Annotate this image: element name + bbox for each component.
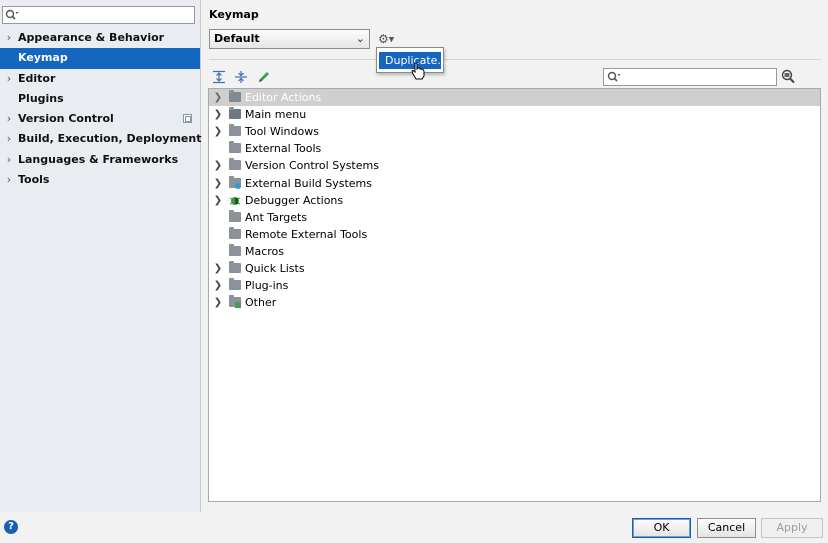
sidebar-item-build-execution-deployment[interactable]: › Build, Execution, Deployment (0, 129, 202, 149)
tree-row-label: Main menu (245, 108, 307, 121)
menu-item-duplicate[interactable]: Duplicate... (379, 52, 448, 69)
tree-row-label: Tool Windows (245, 125, 319, 138)
tree-row-tool-windows[interactable]: ❯ Tool Windows (209, 123, 820, 140)
keymap-action-tree: ❯ Editor Actions ❯ Main menu ❯ Tool Wind… (208, 88, 821, 502)
sidebar-item-tools[interactable]: › Tools (0, 170, 200, 190)
tree-row-label: External Build Systems (245, 176, 372, 190)
chevron-right-icon[interactable]: › (4, 129, 14, 149)
project-level-icon (183, 114, 192, 124)
sidebar-item-label: Editor (18, 71, 56, 85)
keymap-filter-input[interactable] (603, 68, 777, 86)
tree-row-quick-lists[interactable]: ❯ Quick Lists (209, 260, 820, 277)
folder-icon (229, 243, 241, 257)
chevron-right-icon[interactable]: ❯ (213, 123, 223, 140)
tree-row-label: Other (245, 295, 277, 309)
tree-row-main-menu[interactable]: ❯ Main menu (209, 106, 820, 123)
sidebar-item-label: Tools (18, 173, 50, 187)
apply-button[interactable]: Apply (761, 518, 823, 538)
settings-sidebar: › Appearance & Behavior Keymap › Editor … (0, 0, 201, 512)
tree-row-label: Remote External Tools (245, 227, 368, 241)
folder-icon (229, 158, 241, 171)
sidebar-item-label: Appearance & Behavior (18, 31, 165, 44)
search-icon (5, 9, 19, 24)
chevron-right-icon[interactable]: › (4, 28, 14, 48)
help-icon[interactable]: ? (4, 520, 18, 534)
settings-category-list: › Appearance & Behavior Keymap › Editor … (0, 28, 202, 190)
tree-row-plug-ins[interactable]: ❯ Plug-ins (209, 277, 820, 294)
tree-row-external-build-systems[interactable]: ❯ External Build Systems (209, 175, 820, 192)
bug-icon (229, 195, 241, 206)
divider (209, 59, 821, 60)
menu-icon (229, 107, 241, 120)
sidebar-item-label: Languages & Frameworks (18, 152, 179, 166)
folder-icon (229, 209, 241, 223)
hand-cursor-icon (411, 62, 425, 83)
ok-button[interactable]: OK (632, 518, 691, 538)
editor-icon (229, 90, 241, 103)
build-folder-icon (229, 175, 241, 189)
tree-row-ant-targets[interactable]: Ant Targets (209, 209, 820, 226)
tree-row-debugger-actions[interactable]: ❯ Debugger Actions (209, 192, 820, 209)
gear-icon[interactable]: ⚙▼ (378, 31, 398, 47)
chevron-right-icon[interactable]: ❯ (213, 106, 223, 123)
tree-row-label: Macros (245, 244, 285, 258)
chevron-right-icon[interactable]: ❯ (213, 260, 223, 277)
sidebar-item-label: Version Control (18, 112, 114, 126)
chevron-right-icon[interactable]: › (4, 150, 14, 170)
folder-icon (229, 277, 241, 291)
page-title: Keymap (209, 8, 259, 21)
keymap-scheme-value: Default (214, 32, 260, 45)
chevron-right-icon[interactable]: › (4, 109, 14, 129)
sidebar-item-plugins[interactable]: Plugins (0, 89, 200, 109)
tree-row-editor-actions[interactable]: ❯ Editor Actions (209, 89, 820, 107)
tree-row-macros[interactable]: Macros (209, 243, 820, 260)
gear-popup-menu: Duplicate... (376, 47, 448, 73)
other-folder-icon (229, 294, 241, 308)
sidebar-item-version-control[interactable]: › Version Control (0, 109, 200, 129)
keymap-scheme-select[interactable]: Default ⌄ (209, 29, 370, 49)
collapse-all-icon[interactable] (234, 70, 248, 87)
chevron-right-icon[interactable]: ❯ (213, 89, 223, 106)
folder-icon (229, 226, 241, 240)
tree-row-label: Quick Lists (245, 261, 305, 275)
sidebar-item-editor[interactable]: › Editor (0, 69, 200, 89)
chevron-right-icon[interactable]: ❯ (213, 175, 223, 192)
tree-row-label: Ant Targets (245, 210, 308, 224)
chevron-right-icon[interactable]: ❯ (213, 294, 223, 311)
tree-row-remote-external-tools[interactable]: Remote External Tools (209, 226, 820, 243)
sidebar-item-languages-frameworks[interactable]: › Languages & Frameworks (0, 150, 200, 170)
tree-row-other[interactable]: ❯ Other (209, 294, 820, 311)
chevron-right-icon[interactable]: › (4, 69, 14, 89)
tree-row-label: Plug-ins (245, 278, 289, 292)
tree-row-label: Version Control Systems (245, 159, 379, 172)
folder-icon (229, 124, 241, 137)
settings-search-input[interactable] (2, 6, 195, 24)
tree-row-version-control-systems[interactable]: ❯ Version Control Systems (209, 157, 820, 174)
expand-all-icon[interactable] (212, 70, 226, 87)
find-by-shortcut-icon[interactable] (781, 69, 797, 88)
chevron-down-icon: ⌄ (355, 32, 365, 45)
tree-row-label: Editor Actions (245, 91, 322, 104)
tree-row-label: External Tools (245, 142, 322, 155)
chevron-right-icon[interactable]: ❯ (213, 277, 223, 294)
sidebar-item-label: Keymap (18, 51, 68, 65)
tree-row-external-tools[interactable]: External Tools (209, 140, 820, 157)
edit-shortcut-icon[interactable] (257, 70, 271, 87)
folder-icon (229, 141, 241, 154)
chevron-right-icon[interactable]: › (4, 170, 14, 190)
sidebar-item-appearance-behavior[interactable]: › Appearance & Behavior (0, 28, 200, 48)
sidebar-item-label: Plugins (18, 91, 64, 105)
chevron-right-icon[interactable]: ❯ (213, 157, 223, 174)
search-icon (607, 71, 621, 86)
folder-icon (229, 260, 241, 274)
chevron-right-icon[interactable]: ❯ (213, 192, 223, 209)
tree-row-label: Debugger Actions (245, 193, 344, 207)
sidebar-item-label: Build, Execution, Deployment (18, 132, 202, 146)
cancel-button[interactable]: Cancel (697, 518, 756, 538)
sidebar-item-keymap[interactable]: Keymap (0, 48, 200, 69)
